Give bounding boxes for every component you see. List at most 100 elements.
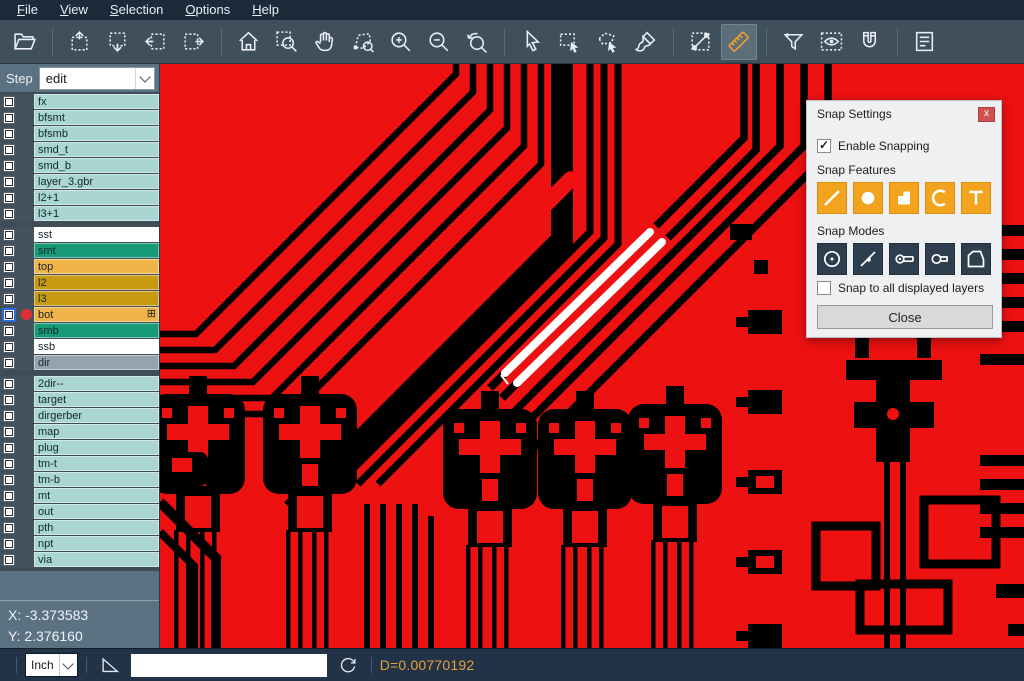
layer-l2+1[interactable]: l2+1 [34,190,159,205]
layer-visibility-checkbox[interactable] [3,394,15,406]
chevron-down-icon[interactable] [59,654,77,676]
layer-visibility-checkbox[interactable] [3,341,15,353]
layer-dir[interactable]: dir [34,355,159,370]
layer-npt[interactable]: npt [34,536,159,551]
pan-right-button[interactable] [176,24,212,60]
layer-2dir--[interactable]: 2dir-- [34,376,159,391]
layer-mt[interactable]: mt [34,488,159,503]
layer-tm-b[interactable]: tm-b [34,472,159,487]
zoom-polygon-button[interactable] [345,24,381,60]
select-rect-button[interactable] [552,24,588,60]
layer-smb[interactable]: smb [34,323,159,338]
snap-arc-button[interactable] [925,182,955,214]
layer-sst[interactable]: sst [34,227,159,242]
ruler-button[interactable] [721,24,757,60]
layer-visibility-checkbox[interactable] [3,410,15,422]
magnet-button[interactable] [852,24,888,60]
chevron-down-icon[interactable] [135,68,154,89]
layer-visibility-checkbox[interactable] [3,96,15,108]
layer-visibility-checkbox[interactable] [3,325,15,337]
select-polygon-button[interactable] [590,24,626,60]
home-button[interactable] [231,24,267,60]
layer-visibility-checkbox[interactable] [3,176,15,188]
enable-snapping-checkbox[interactable] [817,139,831,153]
report-button[interactable] [907,24,943,60]
unit-dropdown[interactable]: Inch [25,653,78,677]
snap-line-button[interactable] [817,182,847,214]
layer-visibility-checkbox[interactable] [3,554,15,566]
layer-visibility-checkbox[interactable] [3,245,15,257]
layer-l3+1[interactable]: l3+1 [34,206,159,221]
zoom-area-button[interactable] [269,24,305,60]
pan-up-button[interactable] [62,24,98,60]
snap-all-layers-row[interactable]: Snap to all displayed layers [817,281,991,295]
layer-bfsmb[interactable]: bfsmb [34,126,159,141]
zoom-in-button[interactable] [383,24,419,60]
menu-view[interactable]: View [49,0,99,20]
layer-dirgerber[interactable]: dirgerber [34,408,159,423]
layer-visibility-checkbox[interactable] [3,160,15,172]
menu-options[interactable]: Options [174,0,241,20]
layer-visibility-checkbox[interactable] [3,474,15,486]
brush-button[interactable] [628,24,664,60]
snap-all-layers-checkbox[interactable] [817,281,831,295]
layer-visibility-checkbox[interactable] [3,426,15,438]
layer-map[interactable]: map [34,424,159,439]
layer-ssb[interactable]: ssb [34,339,159,354]
sync-button[interactable] [337,654,359,676]
layer-smd_b[interactable]: smd_b [34,158,159,173]
layer-visibility-checkbox[interactable] [3,309,15,321]
dialog-title-bar[interactable]: Snap Settings x [807,101,1001,127]
layer-l3[interactable]: l3 [34,291,159,306]
zoom-previous-button[interactable] [459,24,495,60]
layer-l2[interactable]: l2 [34,275,159,290]
layer-fx[interactable]: fx [34,94,159,109]
layer-visibility-checkbox[interactable] [3,128,15,140]
layer-visibility-checkbox[interactable] [3,506,15,518]
layer-layer_3.gbr[interactable]: layer_3.gbr [34,174,159,189]
menu-help[interactable]: Help [241,0,290,20]
layer-tm-t[interactable]: tm-t [34,456,159,471]
layer-visibility-checkbox[interactable] [3,144,15,156]
mode-slot-button[interactable] [925,243,955,275]
angle-tool-button[interactable] [99,654,121,676]
layer-smd_t[interactable]: smd_t [34,142,159,157]
command-input[interactable] [131,654,327,677]
layer-bfsmt[interactable]: bfsmt [34,110,159,125]
step-dropdown[interactable]: edit [39,67,155,90]
layer-bot[interactable]: bot⊞ [34,307,159,322]
layer-plug[interactable]: plug [34,440,159,455]
mode-center-button[interactable] [817,243,847,275]
close-button[interactable]: Close [817,305,993,329]
pan-hand-button[interactable] [307,24,343,60]
snap-pad-button[interactable] [853,182,883,214]
pan-down-button[interactable] [100,24,136,60]
measure-button[interactable] [683,24,719,60]
view-area-button[interactable] [814,24,850,60]
layer-visibility-checkbox[interactable] [3,293,15,305]
filter-button[interactable] [776,24,812,60]
layer-visibility-checkbox[interactable] [3,458,15,470]
snap-surface-button[interactable] [889,182,919,214]
layer-visibility-checkbox[interactable] [3,192,15,204]
layer-visibility-checkbox[interactable] [3,357,15,369]
zoom-out-button[interactable] [421,24,457,60]
layer-visibility-checkbox[interactable] [3,378,15,390]
mode-contour-button[interactable] [961,243,991,275]
layer-visibility-checkbox[interactable] [3,112,15,124]
snap-text-button[interactable] [961,182,991,214]
layer-visibility-checkbox[interactable] [3,277,15,289]
layer-visibility-checkbox[interactable] [3,261,15,273]
pan-left-button[interactable] [138,24,174,60]
layer-visibility-checkbox[interactable] [3,490,15,502]
layer-visibility-checkbox[interactable] [3,208,15,220]
layer-smt[interactable]: smt [34,243,159,258]
mode-slot-right-button[interactable] [889,243,919,275]
select-arrow-button[interactable] [514,24,550,60]
layer-top[interactable]: top [34,259,159,274]
open-folder-button[interactable] [7,24,43,60]
layer-target[interactable]: target [34,392,159,407]
menu-selection[interactable]: Selection [99,0,174,20]
close-icon[interactable]: x [978,107,995,122]
enable-snapping-row[interactable]: Enable Snapping [817,139,991,153]
